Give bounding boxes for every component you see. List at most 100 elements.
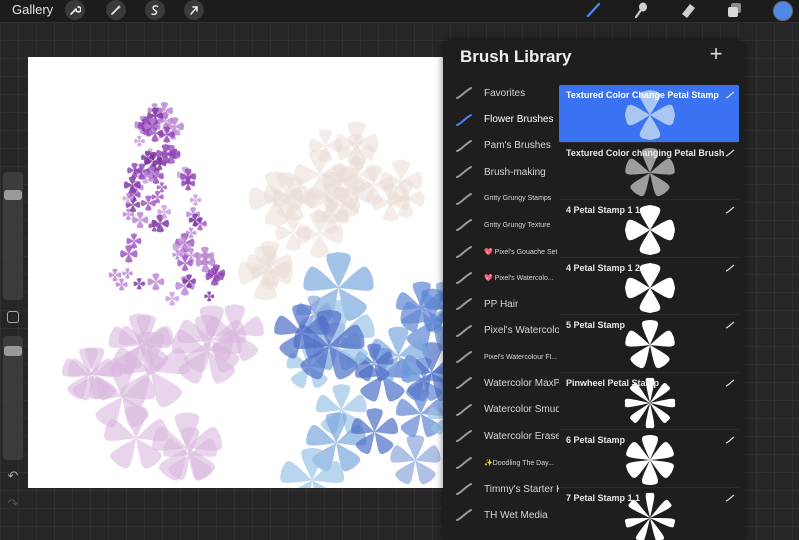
- brush-size-slider-thumb[interactable]: [4, 190, 22, 200]
- brush-set-item[interactable]: Favorites: [443, 80, 559, 106]
- brush-set-label: Flower Brushes: [484, 114, 554, 126]
- brush-set-label: Gritty Grungy Texture: [484, 221, 551, 229]
- brush-set-label: 💖 Pixel's Gouache Set: [484, 248, 558, 256]
- brush-item[interactable]: 5 Petal Stamp: [559, 315, 739, 373]
- blue-flower: [390, 435, 441, 485]
- lilac-flower: [204, 291, 215, 302]
- stroke-preview-icon: [725, 206, 735, 214]
- brush-name: 5 Petal Stamp: [566, 320, 626, 330]
- top-toolbar: Gallery: [0, 0, 799, 22]
- brush-set-label: Watercolor Smudge: [484, 404, 559, 416]
- brush-stroke-icon: [456, 166, 472, 179]
- brush-set-item[interactable]: Flower Brushes: [443, 106, 559, 132]
- brush-stroke-icon: [456, 403, 472, 416]
- brush-set-item[interactable]: PP Hair: [443, 291, 559, 317]
- brush-item[interactable]: 6 Petal Stamp: [559, 430, 739, 488]
- brush-set-label: Pam's Brushes: [484, 140, 551, 152]
- brush-set-item[interactable]: ✨Doodling The Day...: [443, 449, 559, 475]
- brush-set-item[interactable]: Timmy's Starter Kit: [443, 476, 559, 502]
- redo-icon[interactable]: ↷: [4, 496, 22, 512]
- stroke-preview-icon: [725, 91, 735, 99]
- stroke-preview-icon: [725, 494, 735, 502]
- brush-set-item[interactable]: Pixel's Watercolor: [443, 318, 559, 344]
- layers-icon[interactable]: [724, 0, 746, 20]
- brush-item[interactable]: Pinwheel Petal Stamp: [559, 372, 739, 430]
- brush-name: Textured Color Change Petal Stamp: [566, 90, 719, 100]
- stroke-preview-icon: [725, 321, 735, 329]
- brush-stroke-icon: [456, 139, 472, 152]
- brush-stroke-icon: [456, 113, 472, 126]
- smudge-icon[interactable]: [630, 0, 652, 20]
- opacity-slider-thumb[interactable]: [4, 346, 22, 356]
- brush-stroke-icon: [456, 430, 472, 443]
- gallery-button[interactable]: Gallery: [12, 0, 53, 20]
- lilac-flower: [122, 268, 133, 279]
- stroke-preview-icon: [725, 436, 735, 444]
- brush-set-item[interactable]: Gritty Grungy Stamps: [443, 186, 559, 212]
- brush-stroke-icon: [456, 509, 472, 522]
- eraser-icon[interactable]: [677, 0, 699, 20]
- brush-stroke-icon: [456, 351, 472, 364]
- left-sidebar: ↶ ↷: [0, 160, 28, 520]
- brush-set-label: Watercolor Erasers: [484, 430, 559, 442]
- blue-flower: [280, 447, 345, 488]
- brush-stroke-icon: [456, 377, 472, 390]
- brush-set-list: Favorites Flower Brushes Pam's Brushes Brus…: [443, 80, 559, 529]
- brush-set-label: Pixel's Watercolor: [484, 325, 559, 337]
- brush-name: 7 Petal Stamp 1 1: [566, 492, 641, 503]
- brush-set-item[interactable]: Watercolor Erasers: [443, 423, 559, 449]
- add-brush-set-button[interactable]: +: [705, 43, 727, 65]
- wrench-icon[interactable]: [65, 0, 85, 20]
- brush-set-item[interactable]: Pixel's Watercolour Fl...: [443, 344, 559, 370]
- lilac-flower: [189, 194, 202, 206]
- brush-set-label: Brush-making: [484, 166, 546, 178]
- brush-item[interactable]: 4 Petal Stamp 1 2: [559, 257, 739, 315]
- brush-stroke-icon: [456, 87, 472, 100]
- brush-set-label: PP Hair: [484, 298, 519, 310]
- transform-arrow-icon[interactable]: [184, 0, 204, 20]
- lilac-flower: [147, 273, 165, 291]
- brush-stroke-icon: [456, 483, 472, 496]
- brush-icon[interactable]: [583, 0, 605, 20]
- brush-item[interactable]: 4 Petal Stamp 1 1: [559, 200, 739, 258]
- brush-item[interactable]: Textured Color Change Petal Stamp: [559, 85, 739, 143]
- lilac-flower: [131, 211, 149, 229]
- brush-set-item[interactable]: Gritty Grungy Texture: [443, 212, 559, 238]
- brush-set-item[interactable]: Pam's Brushes: [443, 133, 559, 159]
- brush-set-label: TH Wet Media: [484, 509, 548, 521]
- undo-icon[interactable]: ↶: [4, 468, 22, 484]
- brush-stroke-icon: [456, 271, 472, 284]
- brush-item[interactable]: 7 Petal Stamp 1 1: [559, 487, 739, 540]
- lilac-flower: [133, 277, 146, 290]
- brush-stroke-icon: [456, 324, 472, 337]
- brush-list: Textured Color Change Petal Stamp Texture…: [559, 85, 739, 540]
- canvas-artwork: [62, 101, 470, 488]
- stroke-preview-icon: [725, 379, 735, 387]
- lilac-flower: [165, 291, 180, 306]
- blue-flower: [351, 408, 399, 455]
- brush-stroke-icon: [456, 298, 472, 311]
- brush-set-item[interactable]: 💖 Pixel's Watercolo...: [443, 265, 559, 291]
- brush-set-item[interactable]: Watercolor Smudge: [443, 397, 559, 423]
- brush-item[interactable]: Textured Color changing Petal Brush: [559, 142, 739, 200]
- brush-set-item[interactable]: TH Wet Media: [443, 502, 559, 528]
- drawing-canvas[interactable]: [28, 57, 470, 488]
- opacity-slider[interactable]: [3, 336, 23, 460]
- lilac-flower: [172, 237, 192, 257]
- modify-button[interactable]: [7, 311, 19, 323]
- brush-stamp-preview: [626, 435, 674, 485]
- brush-stroke-icon: [456, 456, 472, 469]
- color-picker-button[interactable]: [773, 1, 793, 21]
- selection-icon[interactable]: [145, 0, 165, 20]
- magic-wand-icon[interactable]: [106, 0, 126, 20]
- brush-name: 4 Petal Stamp 1 1: [566, 205, 641, 215]
- brush-set-item[interactable]: Watercolor MaxPack: [443, 370, 559, 396]
- brush-size-slider[interactable]: [3, 172, 23, 300]
- stroke-preview-icon: [725, 149, 735, 157]
- brush-set-label: 💖 Pixel's Watercolo...: [484, 274, 554, 282]
- brush-library-title: Brush Library: [460, 47, 572, 66]
- brush-set-item[interactable]: Brush-making: [443, 159, 559, 185]
- brush-stroke-icon: [456, 219, 472, 232]
- brush-set-item[interactable]: 💖 Pixel's Gouache Set: [443, 238, 559, 264]
- brush-set-label: Timmy's Starter Kit: [484, 483, 559, 495]
